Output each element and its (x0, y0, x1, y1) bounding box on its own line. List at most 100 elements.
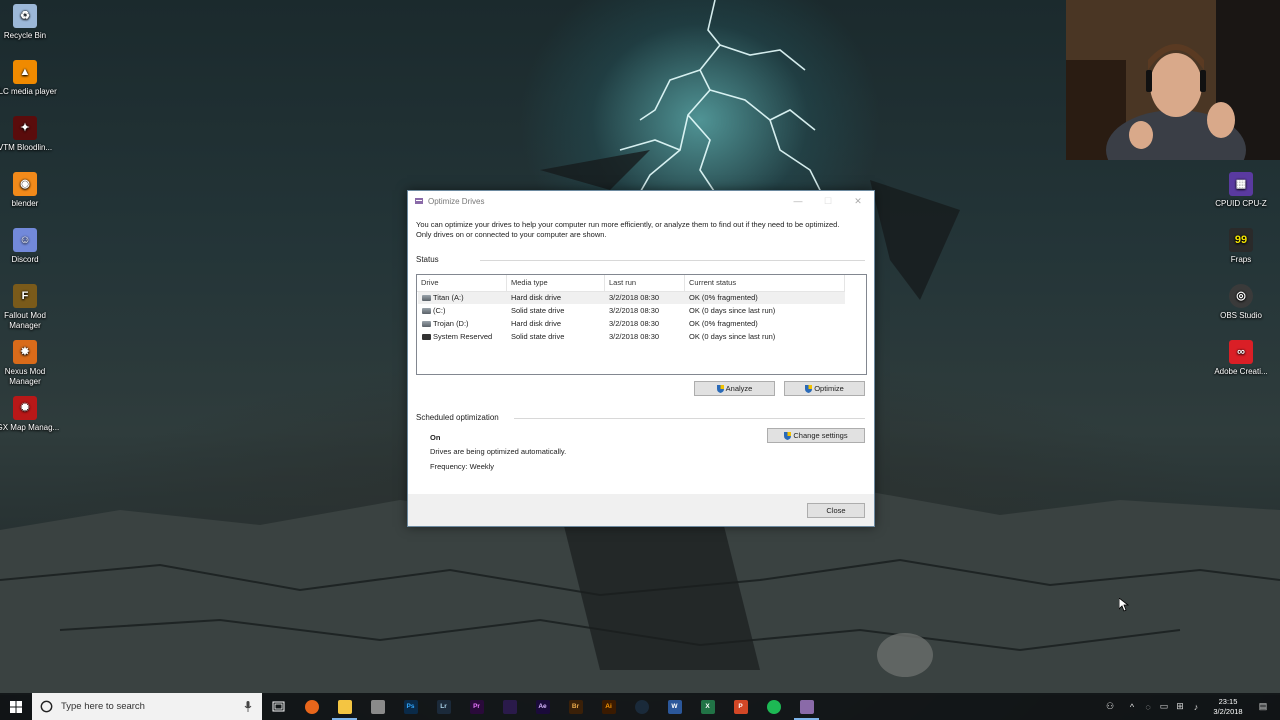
taskbar-app-firefox[interactable] (295, 693, 328, 720)
table-row[interactable]: Trojan (D:) Hard disk drive 3/2/2018 08:… (418, 318, 845, 330)
chevron-up-icon[interactable]: ^ (1124, 702, 1140, 712)
drives-list[interactable]: Drive Media type Last run Current status… (416, 274, 867, 375)
optimize-drives-icon (799, 699, 814, 714)
taskbar-app-media-encoder[interactable] (493, 693, 526, 720)
windows-logo-icon (10, 700, 22, 713)
mouse-cursor-icon (1119, 598, 1129, 612)
installer-icon (370, 699, 385, 714)
fallout-mod-manager-icon: F (13, 284, 37, 308)
desktop-icon-recycle-bin[interactable]: ♻ Recycle Bin (0, 4, 60, 41)
taskbar-app-file-explorer[interactable] (328, 693, 361, 720)
taskbar-app-premiere[interactable]: Pr (460, 693, 493, 720)
desktop-icon-discord[interactable]: ☺ Discord (0, 228, 60, 265)
folder-icon (337, 699, 352, 714)
defender-icon[interactable]: ◌ (1140, 702, 1156, 712)
drives-list-header: Drive Media type Last run Current status (417, 275, 845, 292)
desktop-icon-nexus-mod-manager[interactable]: ✸ Nexus Mod Manager (0, 340, 60, 387)
description-text: You can optimize your drives to help you… (416, 220, 840, 239)
shield-icon (805, 384, 813, 393)
steam-icon (634, 699, 649, 714)
taskbar-app-lightroom[interactable]: Lr (427, 693, 460, 720)
status-section-label: Status (416, 255, 439, 264)
window-title: Optimize Drives (428, 196, 485, 206)
desktop-icon-obs[interactable]: ◎ OBS Studio (1206, 284, 1276, 321)
photoshop-icon: Ps (403, 699, 418, 714)
illustrator-icon: Ai (601, 699, 616, 714)
taskbar-app-bridge[interactable]: Br (559, 693, 592, 720)
taskbar-app-steam[interactable] (625, 693, 658, 720)
action-center-icon[interactable]: ▤ (1252, 701, 1274, 712)
taskbar-app-spotify[interactable] (757, 693, 790, 720)
desktop-icon-fraps[interactable]: 99 Fraps (1206, 228, 1276, 265)
people-icon[interactable]: ⚇ (1102, 701, 1118, 712)
bridge-icon: Br (568, 699, 583, 714)
shield-icon (784, 431, 792, 440)
drive-icon (422, 334, 431, 341)
table-row[interactable]: System Reserved Solid state drive 3/2/20… (418, 331, 845, 343)
title-bar[interactable]: Optimize Drives — ☐ ✕ (408, 191, 874, 211)
desktop-icon-ugx-map-manager[interactable]: ✹ UGX Map Manag... (0, 396, 60, 433)
desktop-icon-blender[interactable]: ◉ blender (0, 172, 60, 209)
desktop-icon-label: Fallout Mod Manager (4, 311, 46, 330)
analyze-button[interactable]: Analyze (694, 381, 775, 396)
desktop-icon-label: CPUID CPU-Z (1215, 199, 1267, 208)
desktop-icon-label: OBS Studio (1220, 311, 1262, 320)
taskbar-app-installer[interactable] (361, 693, 394, 720)
lightroom-icon: Lr (436, 699, 451, 714)
minimize-button[interactable]: — (783, 191, 813, 211)
table-row[interactable]: Titan (A:) Hard disk drive 3/2/2018 08:3… (418, 292, 845, 304)
desktop-icon-label: UGX Map Manag... (0, 423, 60, 432)
media-type: Hard disk drive (511, 293, 562, 302)
last-run: 3/2/2018 08:30 (609, 319, 660, 328)
minimize-icon: — (793, 196, 803, 206)
taskbar-app-optimize-drives[interactable] (790, 693, 823, 720)
current-status: OK (0 days since last run) (689, 332, 776, 341)
last-run: 3/2/2018 08:30 (609, 332, 660, 341)
desktop-icon-vtm[interactable]: ✦ VTM Bloodlin... (0, 116, 60, 153)
optimize-drives-icon (415, 198, 423, 204)
column-header-current-status[interactable]: Current status (685, 275, 845, 291)
desktop-icon-adobe-creative-cloud[interactable]: ∞ Adobe Creati... (1206, 340, 1276, 377)
desktop-icon-vlc[interactable]: ▲ VLC media player (0, 60, 60, 97)
optimize-button[interactable]: Optimize (784, 381, 865, 396)
taskbar-app-after-effects[interactable]: Ae (526, 693, 559, 720)
webcam-overlay (1066, 0, 1280, 160)
close-button[interactable]: Close (807, 503, 865, 518)
clock[interactable]: 23:15 3/2/2018 (1204, 697, 1252, 717)
drive-name: (C:) (433, 306, 446, 315)
table-row[interactable]: (C:) Solid state drive 3/2/2018 08:30 OK… (418, 305, 845, 317)
current-status: OK (0 days since last run) (689, 306, 776, 315)
volume-icon[interactable]: ♪ (1188, 702, 1204, 712)
taskbar-app-excel[interactable]: X (691, 693, 724, 720)
analyze-label: Analyze (725, 384, 753, 393)
taskbar-app-word[interactable]: W (658, 693, 691, 720)
taskbar-app-powerpoint[interactable]: P (724, 693, 757, 720)
change-settings-button[interactable]: Change settings (767, 428, 865, 443)
network-icon[interactable]: ⊞ (1172, 701, 1188, 712)
column-header-drive[interactable]: Drive (417, 275, 507, 291)
column-header-media-type[interactable]: Media type (507, 275, 605, 291)
column-header-last-run[interactable]: Last run (605, 275, 685, 291)
maximize-button[interactable]: ☐ (813, 191, 843, 211)
task-view-button[interactable] (262, 693, 295, 720)
desktop-icon-cpuz[interactable]: ▦ CPUID CPU-Z (1206, 172, 1276, 209)
desktop-icon-label: blender (11, 199, 39, 208)
system-tray: ⚇ ^ ◌ ▭ ⊞ ♪ 23:15 3/2/2018 ▤ (1102, 693, 1280, 720)
start-button[interactable] (0, 693, 32, 720)
taskbar-app-photoshop[interactable]: Ps (394, 693, 427, 720)
status-divider (480, 260, 865, 261)
powerpoint-icon: P (733, 699, 748, 714)
microphone-icon[interactable] (244, 701, 252, 712)
desktop-icon-fallout-mod-manager[interactable]: F Fallout Mod Manager (0, 284, 60, 331)
close-window-button[interactable]: ✕ (843, 191, 873, 211)
spotify-icon (766, 699, 781, 714)
desktop-icon-label: Fraps (1230, 255, 1252, 264)
taskbar-app-illustrator[interactable]: Ai (592, 693, 625, 720)
taskbar: Type here to search Ps Lr Pr Ae Br Ai W … (0, 693, 1280, 720)
media-type: Solid state drive (511, 306, 565, 315)
premiere-icon: Pr (469, 699, 484, 714)
taskbar-search-box[interactable]: Type here to search (32, 693, 262, 720)
clock-date: 3/2/2018 (1213, 706, 1243, 716)
usb-icon[interactable]: ▭ (1156, 701, 1172, 712)
task-view-icon (272, 701, 285, 712)
